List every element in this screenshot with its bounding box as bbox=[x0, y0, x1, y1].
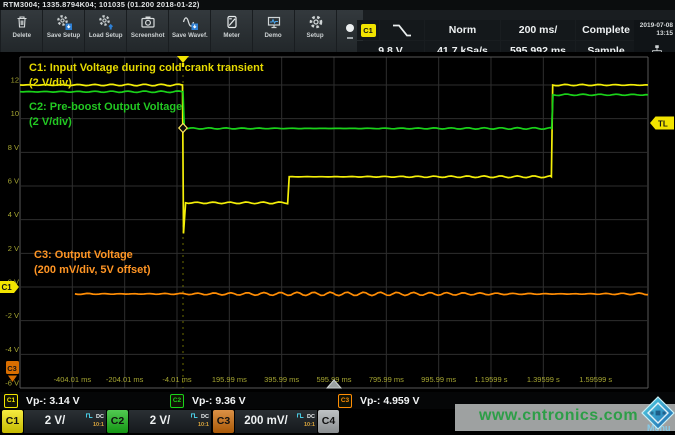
timebase-cell[interactable]: 200 ms/ bbox=[501, 20, 575, 40]
measurement-c3[interactable]: C3 Vp-: 4.959 V bbox=[338, 394, 420, 408]
toolbar-button-demo[interactable]: Demo bbox=[253, 10, 294, 52]
x-axis-label: -4.01 ms bbox=[162, 375, 191, 384]
y-axis-label: 6 V bbox=[8, 177, 19, 186]
annotation-line1: C2: Pre-boost Output Voltage bbox=[29, 100, 182, 115]
time-label: 13:15 bbox=[634, 30, 673, 38]
rohde-schwarz-logo bbox=[641, 396, 675, 435]
channel-badge-c2[interactable]: C2 bbox=[107, 410, 128, 433]
probe-coupling-info: DC10:1 bbox=[297, 412, 315, 428]
channel-badge-c4[interactable]: C4 bbox=[318, 410, 339, 433]
toolbar-buttons: Delete Save Setup Load Setup Screenshot Save… bbox=[1, 10, 365, 52]
y-axis-label: 4 V bbox=[8, 210, 19, 219]
measurement-channel-badge: C1 bbox=[4, 394, 18, 408]
annotation-line2: (2 V/div) bbox=[29, 76, 264, 91]
measurement-value: Vp-: 9.36 V bbox=[192, 395, 246, 407]
trigger-slope-cell[interactable] bbox=[380, 20, 424, 40]
x-axis-label: 395.99 ms bbox=[264, 375, 299, 384]
svg-text:C1: C1 bbox=[2, 283, 13, 292]
measurement-channel-badge: C2 bbox=[170, 394, 184, 408]
x-axis-label: -204.01 ms bbox=[106, 375, 144, 384]
toolbar-button-label: Setup bbox=[307, 32, 324, 39]
more-dash bbox=[347, 37, 353, 39]
trash-icon bbox=[13, 13, 31, 31]
save-waveform-icon bbox=[181, 13, 199, 31]
annotation-line2: (200 mV/div, 5V offset) bbox=[34, 263, 151, 278]
toolbar-button-load-setup[interactable]: Load Setup bbox=[85, 10, 126, 52]
waveform-display[interactable]: 12108 V6 V4 V2 V0 V-2 V-4 V-6 V-404.01 m… bbox=[0, 52, 675, 392]
toolbar-button-save-setup[interactable]: Save Setup bbox=[43, 10, 84, 52]
probe-coupling-info: DC10:1 bbox=[191, 412, 209, 428]
channel-scale-cell-c3[interactable]: 200 mV/ DC10:1 bbox=[235, 410, 317, 433]
meter-icon bbox=[223, 13, 241, 31]
x-axis-label: 1.59599 s bbox=[579, 375, 612, 384]
annotation-line2: (2 V/div) bbox=[29, 115, 182, 130]
toolbar-button-label: Demo bbox=[265, 32, 282, 39]
dc-coupling-icon bbox=[86, 413, 93, 418]
channel-scale-cell-c1[interactable]: 2 V/ DC10:1 bbox=[24, 410, 106, 433]
y-axis-label: 12 bbox=[11, 76, 19, 85]
load-setup-icon bbox=[97, 13, 115, 31]
channel-badge-c3[interactable]: C3 bbox=[213, 410, 234, 433]
annotation-line1: C3: Output Voltage bbox=[34, 248, 151, 263]
dc-coupling-icon bbox=[191, 413, 198, 418]
channel-annotation-3: C3: Output Voltage(200 mV/div, 5V offset… bbox=[34, 248, 151, 278]
measurement-value: Vp-: 4.959 V bbox=[360, 395, 420, 407]
toolbar-button-label: Save Wavef. bbox=[172, 32, 208, 39]
measurement-c2[interactable]: C2 Vp-: 9.36 V bbox=[170, 394, 246, 408]
probe-coupling-info: DC10:1 bbox=[86, 412, 104, 428]
watermark-text: www.cntronics.com bbox=[479, 407, 638, 425]
y-axis-label: -4 V bbox=[5, 345, 19, 354]
gear-icon bbox=[307, 13, 325, 31]
falling-edge-icon bbox=[391, 23, 413, 38]
channel-badge-c1[interactable]: C1 bbox=[2, 410, 23, 433]
x-axis-label: 1.39599 s bbox=[527, 375, 560, 384]
camera-icon bbox=[139, 13, 157, 31]
demo-icon bbox=[265, 13, 283, 31]
date-label: 2019-07-08 bbox=[634, 22, 673, 30]
measurement-channel-badge: C3 bbox=[338, 394, 352, 408]
annotation-line1: C1: Input Voltage during cold crank tran… bbox=[29, 61, 264, 76]
trace-c3 bbox=[75, 292, 648, 295]
x-axis-label: 195.99 ms bbox=[212, 375, 247, 384]
y-axis-label: 10 bbox=[11, 109, 19, 118]
x-axis-label: 995.99 ms bbox=[421, 375, 456, 384]
acquisition-status-cell[interactable]: Complete bbox=[576, 20, 636, 40]
toolbar-button-label: Load Setup bbox=[89, 32, 123, 39]
trigger-source-badge: C1 bbox=[361, 24, 376, 37]
x-axis-label: -404.01 ms bbox=[54, 375, 92, 384]
trigger-source-cell[interactable]: C1 bbox=[357, 20, 379, 40]
dc-coupling-icon bbox=[297, 413, 304, 418]
channel-annotation-2: C2: Pre-boost Output Voltage(2 V/div) bbox=[29, 100, 182, 130]
svg-text:TL: TL bbox=[658, 120, 668, 129]
toolbar-button-label: Delete bbox=[12, 32, 31, 39]
y-axis-label: 8 V bbox=[8, 143, 19, 152]
more-dots-icon bbox=[346, 24, 354, 32]
svg-text:C3: C3 bbox=[7, 364, 17, 373]
device-title: RTM3004; 1335.8794K04; 101035 (01.200 20… bbox=[3, 0, 200, 9]
measurement-value: Vp-: 3.14 V bbox=[26, 395, 80, 407]
toolbar-button-delete[interactable]: Delete bbox=[1, 10, 42, 52]
toolbar-button-save-wavef[interactable]: Save Wavef. bbox=[169, 10, 210, 52]
measurement-c1[interactable]: C1 Vp-: 3.14 V bbox=[4, 394, 80, 408]
y-axis-label: -2 V bbox=[5, 311, 19, 320]
channel-scale-cell-c2[interactable]: 2 V/ DC10:1 bbox=[129, 410, 211, 433]
toolbar-button-meter[interactable]: Meter bbox=[211, 10, 252, 52]
toolbar-button-screenshot[interactable]: Screenshot bbox=[127, 10, 168, 52]
toolbar-button-label: Save Setup bbox=[47, 32, 80, 39]
channel-annotation-1: C1: Input Voltage during cold crank tran… bbox=[29, 61, 264, 91]
channel-scale-value: 2 V/ bbox=[129, 410, 191, 433]
save-setup-icon bbox=[55, 13, 73, 31]
y-axis-label: 2 V bbox=[8, 244, 19, 253]
trigger-mode-cell[interactable]: Norm bbox=[425, 20, 500, 40]
channel-scale-value: 200 mV/ bbox=[235, 410, 297, 433]
x-axis-label: 795.99 ms bbox=[369, 375, 404, 384]
toolbar: Delete Save Setup Load Setup Screenshot Save… bbox=[0, 10, 675, 52]
channel-scale-value: 2 V/ bbox=[24, 410, 86, 433]
title-bar: RTM3004; 1335.8794K04; 101035 (01.200 20… bbox=[0, 0, 675, 10]
toolbar-button-setup[interactable]: Setup bbox=[295, 10, 336, 52]
toolbar-button-label: Screenshot bbox=[131, 32, 165, 39]
toolbar-button-label: Meter bbox=[223, 32, 239, 39]
x-axis-label: 1.19599 s bbox=[475, 375, 508, 384]
